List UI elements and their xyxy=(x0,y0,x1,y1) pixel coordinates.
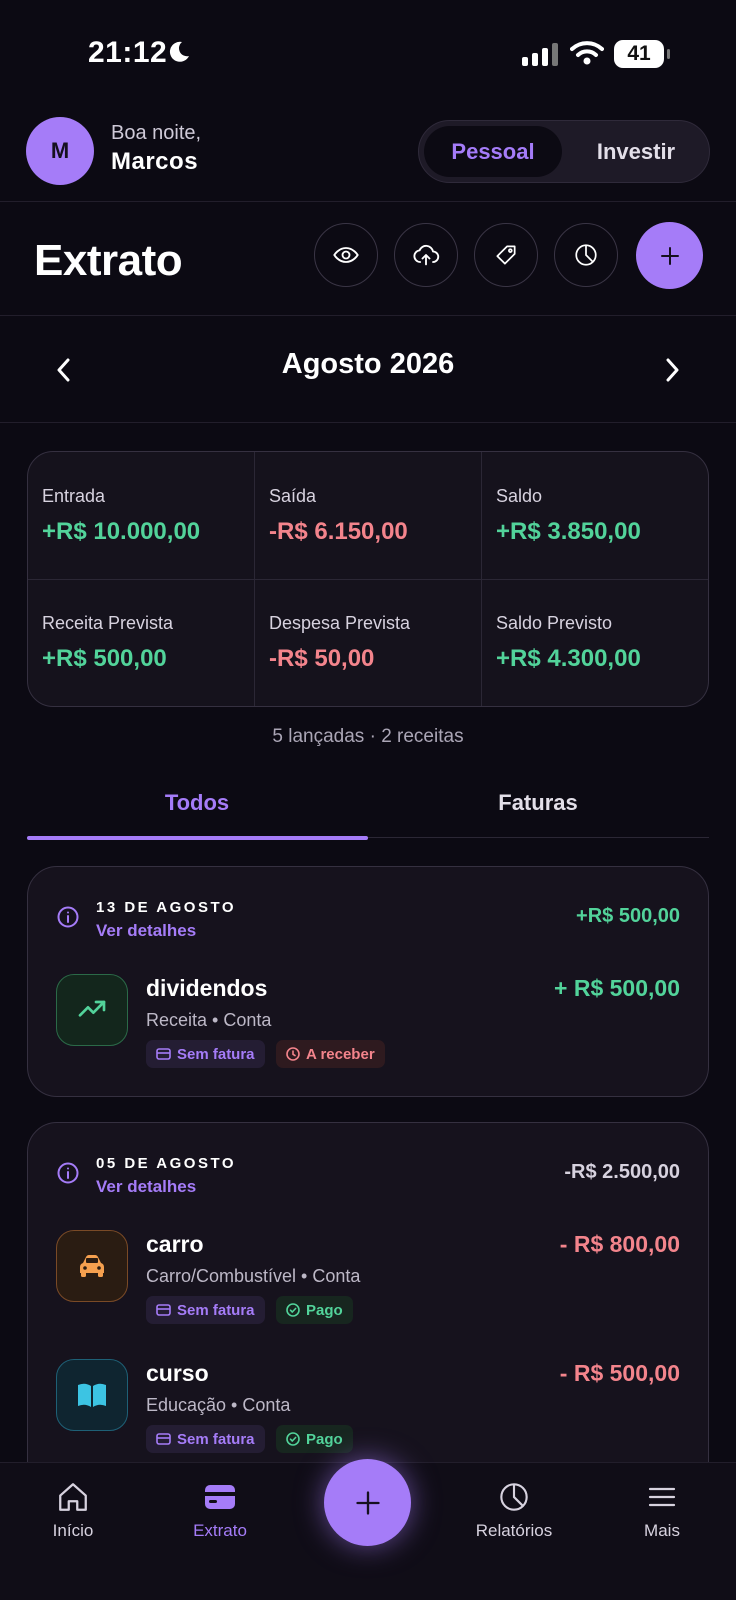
segment-investir[interactable]: Investir xyxy=(567,126,705,177)
status-badge: A receber xyxy=(276,1040,385,1068)
chevron-right-icon xyxy=(666,358,679,382)
status-badge: Pago xyxy=(276,1296,353,1324)
summary-saida: Saída -R$ 6.150,00 xyxy=(269,486,408,545)
status-badge: Sem fatura xyxy=(146,1296,265,1324)
fab-add-button[interactable] xyxy=(324,1459,411,1546)
mode-switch: Pessoal Investir xyxy=(418,120,710,183)
tag-icon xyxy=(496,245,516,265)
card-icon xyxy=(156,1048,171,1060)
user-name: Marcos xyxy=(111,148,199,175)
wifi-icon xyxy=(570,40,604,71)
menu-icon xyxy=(647,1479,677,1515)
plus-icon xyxy=(355,1490,380,1515)
toggle-visibility-button[interactable] xyxy=(314,223,378,287)
car-icon xyxy=(56,1230,128,1302)
tab-todos[interactable]: Todos xyxy=(27,790,367,816)
group-total: +R$ 500,00 xyxy=(576,905,680,927)
day-group-card: 13 DE AGOSTO Ver detalhes +R$ 500,00 div… xyxy=(27,866,709,1097)
nav-mais[interactable]: Mais xyxy=(602,1463,722,1541)
info-icon[interactable] xyxy=(56,1161,80,1190)
nav-extrato[interactable]: Extrato xyxy=(160,1463,280,1541)
upload-button[interactable] xyxy=(394,223,458,287)
transaction-name: dividendos xyxy=(146,975,268,1001)
moon-icon xyxy=(168,40,190,69)
current-month: Agosto 2026 xyxy=(281,348,455,380)
card-icon xyxy=(156,1304,171,1316)
check-circle-icon xyxy=(286,1303,300,1317)
transaction-count: 5 lançadas · 2 receitas xyxy=(272,726,464,747)
summary-despesa-prevista: Despesa Prevista -R$ 50,00 xyxy=(269,613,411,672)
summary-saldo-previsto: Saldo Previsto +R$ 4.300,00 xyxy=(496,613,641,672)
pie-chart-icon xyxy=(498,1479,530,1515)
clock-icon xyxy=(286,1047,300,1061)
summary-receita-prevista: Receita Prevista +R$ 500,00 xyxy=(42,613,174,672)
next-month-button[interactable] xyxy=(662,356,682,389)
title-divider xyxy=(0,315,736,316)
transaction-subtitle: Receita • Conta xyxy=(146,1010,272,1030)
summary-value: -R$ 50,00 xyxy=(269,645,375,672)
avatar[interactable]: M xyxy=(26,117,94,185)
reports-button[interactable] xyxy=(554,223,618,287)
summary-value: +R$ 3.850,00 xyxy=(496,518,641,545)
signal-icon xyxy=(522,42,558,66)
group-date: 05 DE AGOSTO xyxy=(96,1155,237,1172)
tab-faturas[interactable]: Faturas xyxy=(368,790,708,816)
page-title: Extrato xyxy=(34,236,183,285)
status-bar: 21:12 41 xyxy=(0,0,736,106)
add-transaction-button[interactable] xyxy=(636,222,703,289)
cloud-upload-icon xyxy=(413,244,440,266)
info-icon[interactable] xyxy=(56,905,80,934)
summary-value: +R$ 4.300,00 xyxy=(496,645,641,672)
status-time: 21:12 xyxy=(88,36,168,69)
transaction-amount: + R$ 500,00 xyxy=(554,975,680,1001)
view-details-link[interactable]: Ver detalhes xyxy=(96,1177,196,1197)
tags-button[interactable] xyxy=(474,223,538,287)
summary-card: Entrada +R$ 10.000,00 Saída -R$ 6.150,00… xyxy=(27,451,709,707)
trending-up-icon xyxy=(56,974,128,1046)
battery-indicator: 41 xyxy=(614,40,670,68)
summary-entrada: Entrada +R$ 10.000,00 xyxy=(42,486,201,545)
pie-chart-icon xyxy=(575,244,597,266)
group-total: -R$ 2.500,00 xyxy=(564,1161,680,1183)
nav-relatorios[interactable]: Relatórios xyxy=(454,1463,574,1541)
eye-icon xyxy=(333,247,359,263)
greeting-text: Boa noite, xyxy=(111,122,202,144)
book-icon xyxy=(56,1359,128,1431)
check-circle-icon xyxy=(286,1432,300,1446)
transaction-amount: - R$ 800,00 xyxy=(559,1231,680,1257)
status-badge: Pago xyxy=(276,1425,353,1453)
transaction-name: curso xyxy=(146,1360,209,1386)
summary-saldo: Saldo +R$ 3.850,00 xyxy=(496,486,641,545)
transaction-subtitle: Educação • Conta xyxy=(146,1395,291,1415)
summary-value: +R$ 500,00 xyxy=(42,645,167,672)
summary-value: +R$ 10.000,00 xyxy=(42,518,201,545)
summary-value: -R$ 6.150,00 xyxy=(269,518,408,545)
wallet-icon xyxy=(203,1479,237,1515)
view-details-link[interactable]: Ver detalhes xyxy=(96,921,196,941)
transaction-subtitle: Carro/Combustível • Conta xyxy=(146,1266,361,1286)
tab-indicator xyxy=(27,836,368,840)
status-badge: Sem fatura xyxy=(146,1425,265,1453)
home-icon xyxy=(56,1479,90,1515)
group-date: 13 DE AGOSTO xyxy=(96,899,237,916)
card-icon xyxy=(156,1433,171,1445)
segment-pessoal[interactable]: Pessoal xyxy=(424,126,562,177)
status-badge: Sem fatura xyxy=(146,1040,265,1068)
nav-inicio[interactable]: Início xyxy=(13,1463,133,1541)
day-group-card: 05 DE AGOSTO Ver detalhes -R$ 2.500,00 c… xyxy=(27,1122,709,1502)
header-divider xyxy=(0,201,736,202)
month-divider xyxy=(0,422,736,423)
transaction-amount: - R$ 500,00 xyxy=(559,1360,680,1386)
plus-icon xyxy=(660,246,679,265)
transaction-name: carro xyxy=(146,1231,204,1257)
